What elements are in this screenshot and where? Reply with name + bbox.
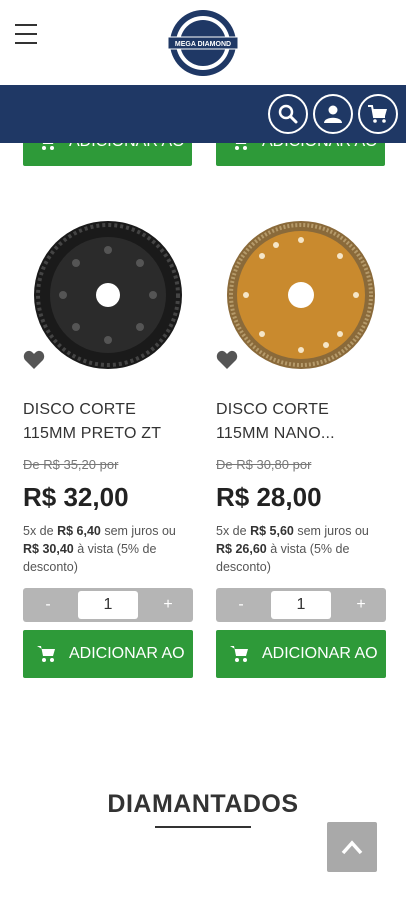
chevron-up-icon (341, 840, 363, 855)
product-name[interactable]: DISCO CORTE 115MM PRETO ZT (23, 398, 193, 446)
account-button[interactable] (313, 94, 353, 134)
cart-icon (230, 646, 248, 662)
add-to-cart-button[interactable]: ADICIONAR AO (216, 630, 386, 678)
mega-diamond-logo[interactable]: MEGA DIAMOND (168, 8, 238, 78)
qty-input[interactable]: 1 (271, 591, 331, 619)
add-to-cart-label: ADICIONAR AO (262, 645, 378, 662)
product-image-nano-disc[interactable] (226, 220, 376, 370)
qty-plus-button[interactable]: + (143, 588, 193, 622)
top-header: MEGA DIAMOND (0, 0, 406, 85)
old-price: De R$ 30,80 por (216, 457, 312, 472)
back-to-top-button[interactable] (327, 822, 377, 872)
installment-info: 5x de R$ 6,40 sem juros ou R$ 30,40 à vi… (23, 524, 176, 574)
add-to-cart-label: ADICIONAR AO (69, 645, 185, 662)
heart-icon[interactable] (216, 350, 238, 370)
quantity-stepper: - 1 + (216, 588, 386, 622)
add-to-cart-label: ADICIONAR AO (262, 133, 378, 150)
search-button[interactable] (268, 94, 308, 134)
cart-icon (37, 646, 55, 662)
product-name[interactable]: DISCO CORTE 115MM NANO... (216, 398, 386, 446)
price: R$ 32,00 (23, 482, 129, 512)
add-to-cart-button-prev-1[interactable]: ADICIONAR AO (23, 118, 192, 166)
section-underline (155, 826, 251, 828)
add-to-cart-label: ADICIONAR AO (69, 133, 185, 150)
old-price: De R$ 35,20 por (23, 457, 119, 472)
heart-icon[interactable] (23, 350, 45, 370)
qty-minus-button[interactable]: - (23, 588, 73, 622)
search-icon (278, 104, 298, 124)
qty-input[interactable]: 1 (78, 591, 138, 619)
cart-icon (230, 134, 248, 150)
qty-minus-button[interactable]: - (216, 588, 266, 622)
user-icon (324, 105, 342, 123)
qty-plus-button[interactable]: + (336, 588, 386, 622)
logo-text: MEGA DIAMOND (175, 41, 231, 48)
cart-icon (37, 134, 55, 150)
price: R$ 28,00 (216, 482, 322, 512)
cart-button[interactable] (358, 94, 398, 134)
section-title: DIAMANTADOS (107, 790, 299, 818)
installment-info: 5x de R$ 5,60 sem juros ou R$ 26,60 à vi… (216, 524, 369, 574)
add-to-cart-button[interactable]: ADICIONAR AO (23, 630, 193, 678)
quantity-stepper: - 1 + (23, 588, 193, 622)
product-image-black-disc[interactable] (33, 220, 183, 370)
cart-icon (368, 105, 387, 123)
hamburger-icon[interactable] (15, 24, 37, 46)
